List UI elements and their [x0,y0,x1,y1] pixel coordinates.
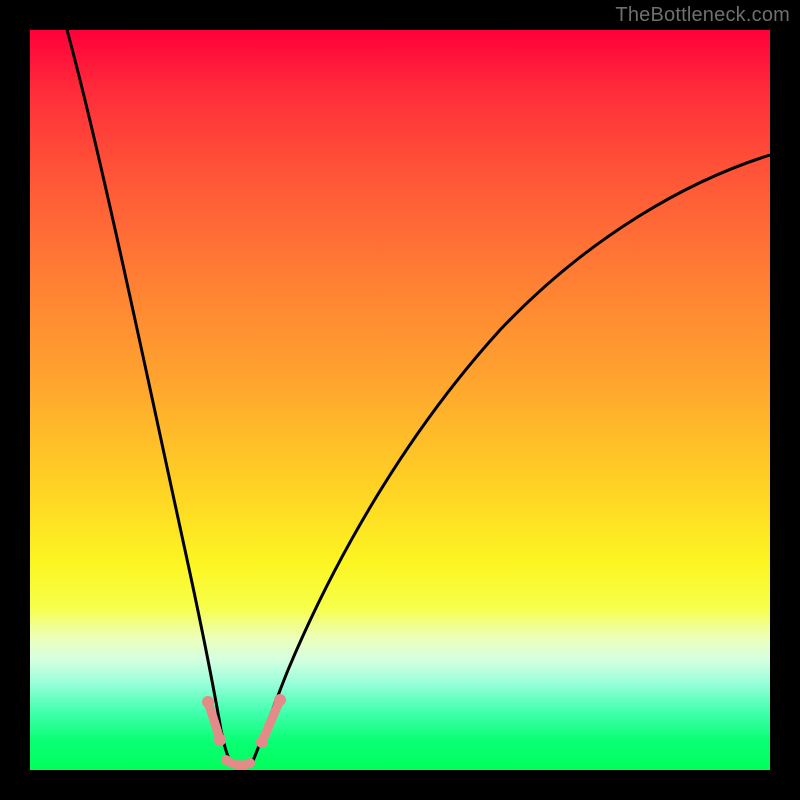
right-curve-marker-top [274,694,286,706]
right-curve [252,155,770,763]
watermark-text: TheBottleneck.com [615,4,790,27]
left-curve-marker-bottom [214,734,226,746]
right-curve-marker-segment [262,700,280,742]
chart-frame [30,30,770,770]
floor-marker-left [221,755,231,765]
chart-svg [30,30,770,770]
floor-marker-right [245,758,255,768]
left-curve [67,30,231,762]
